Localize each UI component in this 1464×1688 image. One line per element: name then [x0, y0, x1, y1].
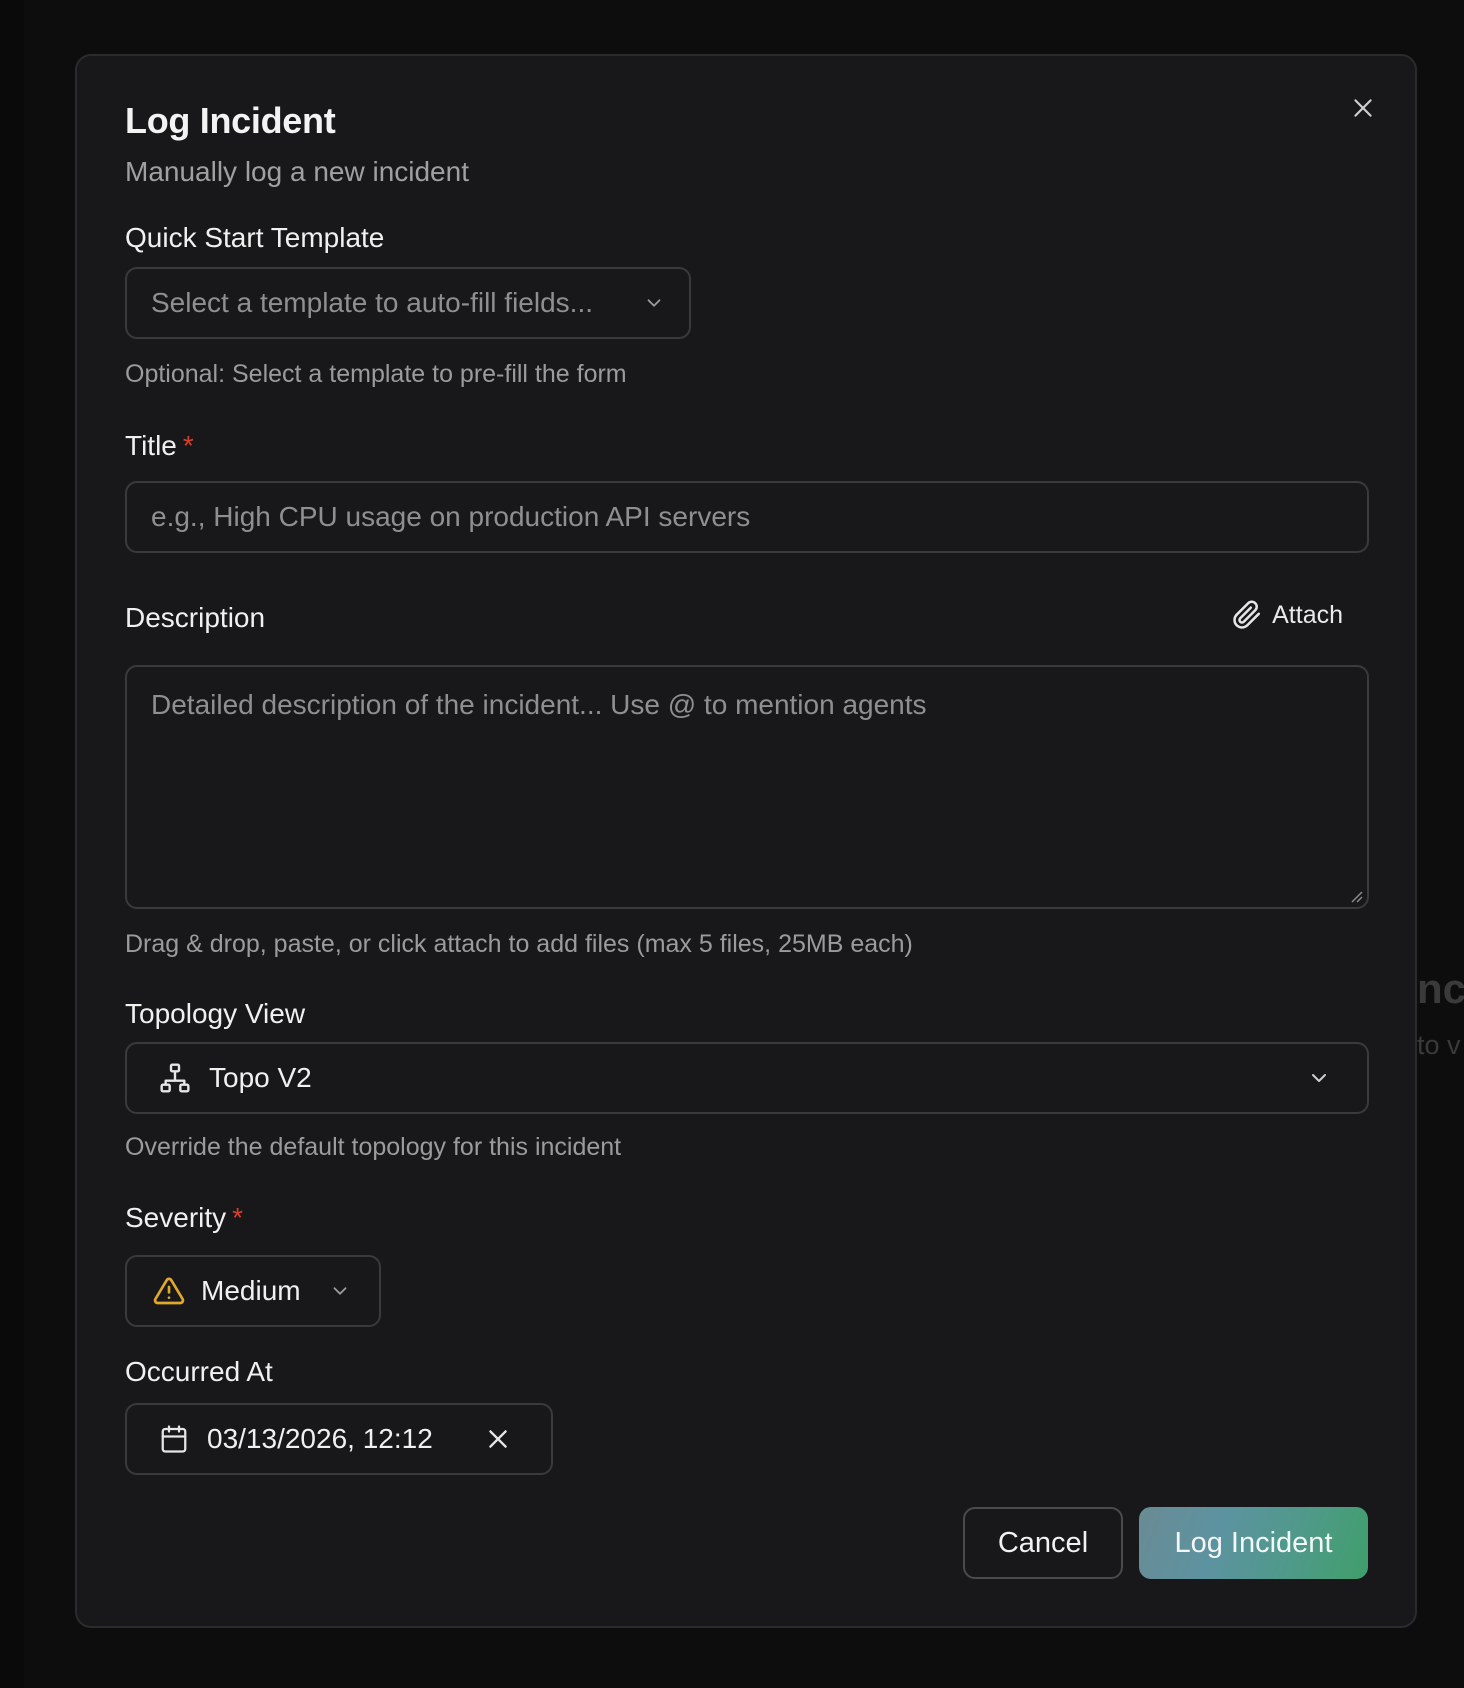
description-label: Description: [125, 602, 266, 633]
topology-help-text: Override the default topology for this i…: [125, 1133, 622, 1161]
severity-label-text: Severity: [125, 1202, 227, 1233]
required-marker: *: [182, 430, 194, 461]
template-label: Quick Start Template: [125, 222, 385, 253]
log-incident-button[interactable]: Log Incident: [1139, 1507, 1368, 1579]
dialog-title: Log Incident: [125, 100, 336, 141]
description-field: [125, 665, 1369, 909]
title-label-text: Title: [125, 430, 177, 461]
chevron-down-icon: [333, 1287, 347, 1295]
topology-label: Topology View: [125, 998, 306, 1029]
backdrop-edge: [0, 0, 24, 1688]
title-label: Title *: [125, 430, 194, 462]
cancel-button[interactable]: Cancel: [963, 1507, 1123, 1579]
occurred-at-field[interactable]: 03/13/2026, 12:12: [125, 1403, 553, 1475]
warning-triangle-icon: [153, 1277, 185, 1305]
title-input-wrapper: [125, 481, 1369, 553]
occurred-at-value: 03/13/2026, 12:12: [207, 1423, 433, 1454]
severity-value: Medium: [201, 1275, 301, 1306]
log-incident-dialog: Log Incident Manually log a new incident…: [75, 54, 1417, 1628]
title-input[interactable]: [151, 501, 1343, 533]
description-help-text: Drag & drop, paste, or click attach to a…: [125, 930, 913, 958]
dialog-subtitle: Manually log a new incident: [125, 156, 469, 187]
attach-label: Attach: [1272, 600, 1343, 629]
attach-button[interactable]: Attach: [1232, 600, 1343, 630]
occurred-at-label: Occurred At: [125, 1356, 273, 1387]
severity-label: Severity *: [125, 1202, 243, 1234]
template-select-placeholder: Select a template to auto-fill fields...: [151, 287, 593, 318]
chevron-down-icon: [647, 299, 661, 307]
close-icon: [1354, 99, 1372, 117]
chevron-down-icon: [1312, 1074, 1326, 1082]
description-textarea[interactable]: [151, 689, 1343, 885]
topology-value: Topo V2: [209, 1062, 312, 1093]
template-help-text: Optional: Select a template to pre-fill …: [125, 360, 627, 388]
required-marker: *: [232, 1202, 244, 1233]
network-topology-icon: [160, 1063, 190, 1093]
paperclip-icon: [1233, 600, 1261, 629]
severity-select[interactable]: Medium: [125, 1255, 381, 1327]
close-button[interactable]: [1343, 88, 1383, 128]
background-text-fragment: to v: [1417, 1030, 1461, 1060]
clear-date-icon[interactable]: [485, 1426, 511, 1452]
calendar-icon: [161, 1425, 187, 1453]
topology-select[interactable]: Topo V2: [125, 1042, 1369, 1114]
template-select[interactable]: Select a template to auto-fill fields...: [125, 267, 691, 339]
background-text-fragment: nci: [1417, 965, 1464, 1012]
resize-handle-icon[interactable]: [1349, 889, 1363, 903]
